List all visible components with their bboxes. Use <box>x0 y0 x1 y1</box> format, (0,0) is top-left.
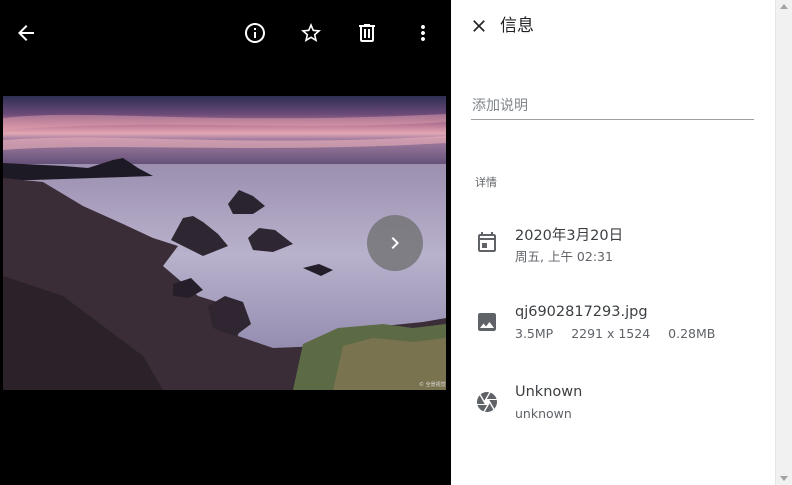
calendar-icon <box>478 232 496 252</box>
camera-row: Unknown unknown <box>475 384 765 428</box>
close-icon <box>473 20 485 32</box>
file-megapixels: 3.5MP <box>515 326 554 341</box>
photo-viewer: © 全景视觉 <box>0 0 451 485</box>
next-photo-button[interactable] <box>367 215 423 271</box>
file-details: 3.5MP 2291 x 1524 0.28MB <box>515 326 715 341</box>
delete-button[interactable] <box>352 18 382 48</box>
more-options-button[interactable] <box>408 18 438 48</box>
info-button[interactable] <box>240 18 270 48</box>
camera-primary: Unknown <box>515 384 583 400</box>
details-section-label: 详情 <box>475 176 497 189</box>
chevron-right-icon <box>391 237 399 249</box>
image-icon <box>478 313 496 331</box>
arrow-left-icon <box>18 25 34 41</box>
date-secondary: 周五, 上午 02:31 <box>515 249 613 264</box>
photo-credit: © 全景视觉 <box>419 381 446 388</box>
file-row: qj6902817293.jpg 3.5MP 2291 x 1524 0.28M… <box>475 304 765 348</box>
star-outline-icon <box>301 23 321 42</box>
more-vertical-icon <box>421 25 425 41</box>
scrollbar[interactable] <box>775 0 792 485</box>
file-dimensions: 2291 x 1524 <box>571 326 651 341</box>
favorite-button[interactable] <box>296 18 326 48</box>
camera-secondary: unknown <box>515 406 572 421</box>
back-button[interactable] <box>11 18 41 48</box>
scroll-down-arrow-icon[interactable] <box>780 476 788 481</box>
trash-icon <box>359 24 375 42</box>
close-panel-button[interactable] <box>467 14 491 38</box>
scroll-up-arrow-icon[interactable] <box>780 4 788 9</box>
aperture-icon <box>477 392 497 412</box>
file-name: qj6902817293.jpg <box>515 304 648 320</box>
file-size: 0.28MB <box>668 326 716 341</box>
date-row[interactable]: 2020年3月20日 周五, 上午 02:31 <box>475 224 765 268</box>
date-primary: 2020年3月20日 <box>515 228 624 244</box>
info-panel: 信息 详情 2020年3月20日 周五, 上午 02:31 qj69028172… <box>451 0 775 485</box>
caption-input[interactable] <box>471 92 754 120</box>
info-circle-icon <box>245 23 265 43</box>
panel-title: 信息 <box>500 16 534 36</box>
